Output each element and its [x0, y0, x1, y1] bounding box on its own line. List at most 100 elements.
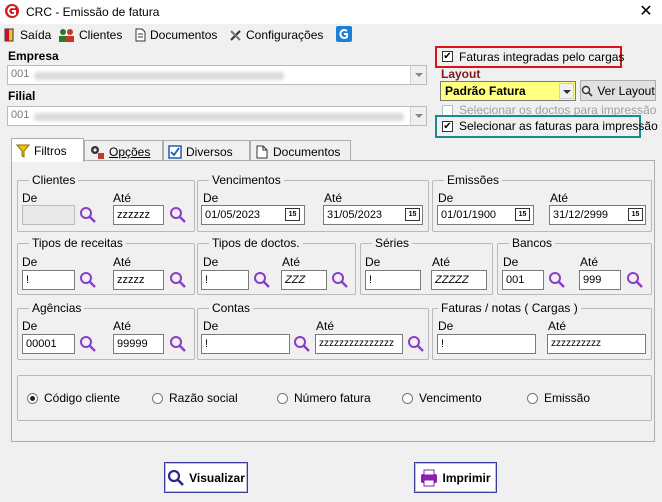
order-radio-numero-fatura[interactable]: [277, 393, 288, 404]
search-icon[interactable]: [253, 271, 271, 289]
clientes-de-label: De: [22, 191, 38, 205]
search-icon[interactable]: [79, 335, 97, 353]
calendar-icon[interactable]: 15: [285, 208, 300, 221]
calendar-icon[interactable]: 15: [405, 208, 420, 221]
series-ate-input[interactable]: ZZZZZ: [431, 270, 487, 290]
agencias-de-input[interactable]: 00001: [22, 334, 75, 354]
emissoes-de-label: De: [438, 191, 454, 205]
app-shortcut-icon[interactable]: [336, 26, 352, 42]
search-icon[interactable]: [79, 206, 97, 224]
menu-configuracoes[interactable]: Configurações: [229, 26, 323, 44]
calendar-icon[interactable]: 15: [628, 208, 643, 221]
clientes-ate-input[interactable]: zzzzzz: [113, 205, 164, 225]
agencias-de-label: De: [22, 319, 38, 333]
tipos-doctos-ate-input[interactable]: ZZZ: [281, 270, 327, 290]
bancos-de-label: De: [503, 255, 519, 269]
imprimir-label: Imprimir: [442, 470, 491, 485]
tipos-receitas-de-label: De: [22, 255, 38, 269]
filial-select[interactable]: 001: [7, 106, 427, 126]
order-label-razao-social: Razão social: [169, 391, 238, 405]
search-icon[interactable]: [548, 271, 566, 289]
order-radio-emissao[interactable]: [527, 393, 538, 404]
bancos-de-input[interactable]: 001: [502, 270, 544, 290]
search-icon[interactable]: [407, 335, 425, 353]
faturas-integradas-checkbox[interactable]: ✔: [442, 51, 453, 62]
tab-filtros[interactable]: Filtros: [11, 138, 84, 162]
tab-filtros-label: Filtros: [34, 143, 67, 158]
selecionar-faturas-checkbox[interactable]: ✔: [442, 121, 453, 132]
tipos-receitas-ate-input[interactable]: zzzzz: [113, 270, 164, 290]
selecionar-faturas-label: Selecionar as faturas para impressão: [459, 119, 658, 133]
order-label-vencimento: Vencimento: [419, 391, 482, 405]
tab-diversos[interactable]: Diversos: [163, 140, 250, 162]
visualizar-label: Visualizar: [189, 470, 245, 485]
empresa-value: 001: [11, 68, 30, 80]
visualizar-button[interactable]: Visualizar: [164, 462, 248, 493]
tab-opcoes[interactable]: Opções: [84, 140, 163, 162]
search-icon[interactable]: [79, 271, 97, 289]
emissoes-group-title: Emissões: [444, 173, 503, 187]
document-icon: [135, 28, 146, 42]
vencimentos-de-label: De: [203, 191, 219, 205]
emissoes-ate-label: Até: [550, 191, 569, 205]
printer-icon: [421, 469, 438, 486]
search-icon[interactable]: [626, 271, 644, 289]
tab-documentos[interactable]: Documentos: [250, 140, 351, 162]
menu-documentos[interactable]: Documentos: [133, 26, 217, 44]
tipos-receitas-de-input[interactable]: !: [22, 270, 75, 290]
search-icon[interactable]: [169, 206, 187, 224]
contas-group-title: Contas: [209, 301, 254, 315]
faturas-notas-de-input[interactable]: !: [437, 334, 536, 354]
series-group-title: Séries: [372, 236, 413, 250]
empresa-select[interactable]: 001: [7, 65, 427, 85]
series-de-input[interactable]: !: [365, 270, 421, 290]
ver-layout-button[interactable]: Ver Layout: [580, 80, 656, 101]
contas-de-label: De: [203, 319, 219, 333]
search-icon[interactable]: [331, 271, 349, 289]
faturas-notas-de-label: De: [438, 319, 454, 333]
contas-ate-input[interactable]: zzzzzzzzzzzzzzz: [315, 334, 403, 354]
faturas-integradas-label: Faturas integradas pelo cargas: [459, 50, 625, 64]
order-label-numero-fatura: Número fatura: [294, 391, 371, 405]
exit-door-icon: [4, 28, 14, 42]
faturas-notas-ate-input[interactable]: zzzzzzzzzz: [547, 334, 646, 354]
search-icon[interactable]: [169, 271, 187, 289]
tipos-doctos-de-input[interactable]: !: [201, 270, 249, 290]
layout-label: Layout: [441, 67, 481, 81]
tab-documentos-label: Documentos: [273, 144, 341, 159]
search-icon[interactable]: [293, 335, 311, 353]
checkbox-icon: [168, 144, 182, 159]
imprimir-button[interactable]: Imprimir: [414, 462, 497, 493]
clientes-de-input[interactable]: [22, 205, 75, 225]
chevron-down-icon: [410, 66, 426, 84]
bancos-ate-label: Até: [580, 255, 599, 269]
filial-redacted: [34, 113, 404, 121]
close-button[interactable]: ✕: [636, 2, 656, 22]
contas-ate-label: Até: [316, 319, 335, 333]
empresa-label: Empresa: [8, 49, 59, 63]
bancos-ate-input[interactable]: 999: [579, 270, 621, 290]
faturas-notas-ate-label: Até: [548, 319, 567, 333]
menu-clientes[interactable]: Clientes: [58, 26, 122, 44]
series-de-label: De: [365, 255, 381, 269]
ver-layout-label: Ver Layout: [597, 83, 655, 98]
chevron-down-icon: [559, 83, 574, 99]
order-radio-codigo-cliente[interactable]: [27, 393, 38, 404]
bancos-group-title: Bancos: [509, 236, 556, 250]
tipos-receitas-ate-label: Até: [113, 255, 132, 269]
clientes-group-title: Clientes: [29, 173, 79, 187]
magnifier-icon: [167, 469, 185, 486]
layout-select[interactable]: Padrão Fatura: [440, 81, 576, 101]
agencias-ate-input[interactable]: 99999: [113, 334, 164, 354]
contas-de-input[interactable]: !: [201, 334, 290, 354]
order-radio-vencimento[interactable]: [402, 393, 413, 404]
window-title: CRC - Emissão de fatura: [26, 5, 160, 19]
menu-saida[interactable]: Saída: [3, 26, 51, 44]
vencimentos-group-title: Vencimentos: [209, 173, 284, 187]
tools-icon: [230, 30, 241, 41]
calendar-icon[interactable]: 15: [515, 208, 530, 221]
search-icon[interactable]: [169, 335, 187, 353]
order-radio-razao-social[interactable]: [152, 393, 163, 404]
filial-value: 001: [11, 109, 30, 121]
tipos-receitas-group-title: Tipos de receitas: [29, 236, 126, 250]
